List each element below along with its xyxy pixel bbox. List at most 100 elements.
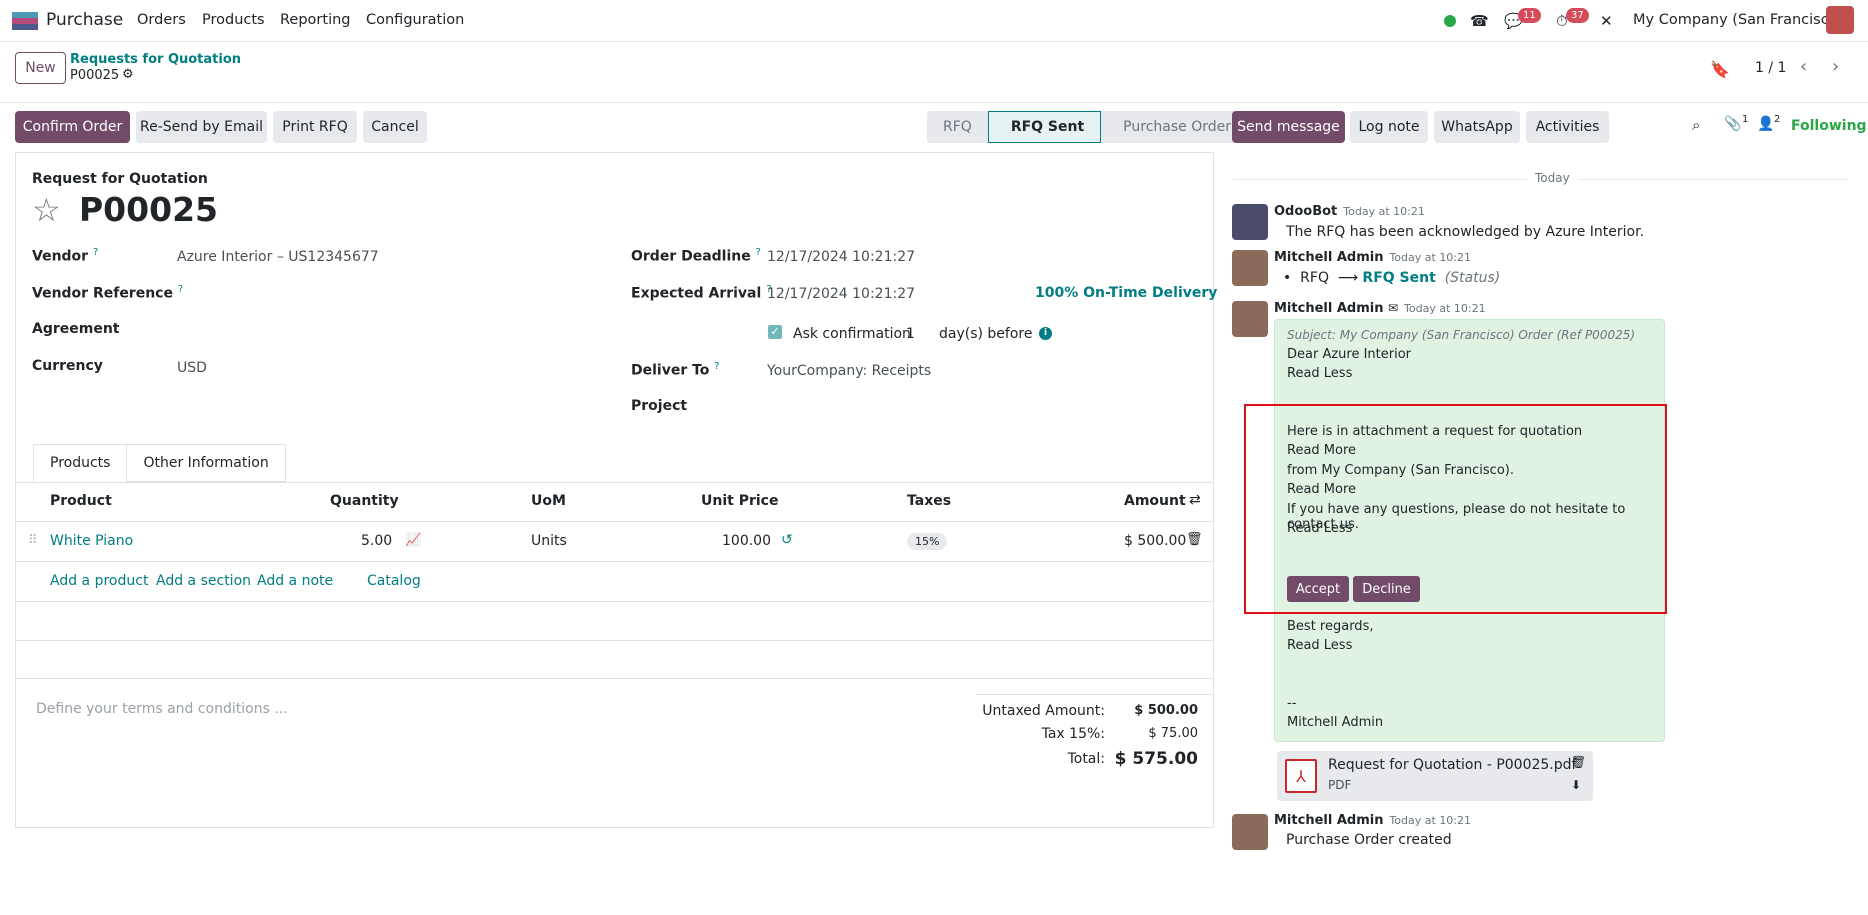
confirm-order-button[interactable]: Confirm Order [15, 111, 130, 143]
user-avatar[interactable] [1826, 6, 1854, 34]
project-field[interactable] [767, 398, 1187, 420]
followers-icon[interactable]: 👤 [1757, 116, 1774, 132]
company-switcher[interactable]: My Company (San Francisco) [1633, 12, 1843, 28]
tax-label: Tax 15%: [1041, 726, 1105, 742]
read-less-link[interactable]: Read Less [1287, 638, 1352, 653]
search-icon[interactable]: ⌕ [1692, 116, 1700, 134]
cancel-button[interactable]: Cancel [363, 111, 427, 143]
odoobot-avatar[interactable] [1232, 204, 1268, 240]
bookmark-icon[interactable]: 🔖 [1710, 60, 1730, 79]
col-taxes-header[interactable]: Taxes [907, 493, 951, 509]
print-rfq-button[interactable]: Print RFQ [273, 111, 357, 143]
col-product-header[interactable]: Product [50, 493, 112, 509]
top-navbar: Purchase Orders Products Reporting Confi… [0, 0, 1868, 42]
stage-rfq-sent[interactable]: RFQ Sent [987, 111, 1102, 143]
table-top-border [15, 482, 1214, 483]
on-time-delivery-link[interactable]: 100% On-Time Delivery [1035, 285, 1217, 301]
pager-prev-icon[interactable]: ‹ [1800, 56, 1807, 77]
catalog-link[interactable]: Catalog [367, 573, 421, 589]
menu-products[interactable]: Products [202, 12, 265, 28]
reset-price-icon[interactable]: ↺ [781, 532, 793, 548]
table-row[interactable] [15, 522, 1214, 561]
row-uom[interactable]: Units [531, 533, 567, 549]
debug-tools-icon[interactable]: ✕ [1600, 12, 1613, 30]
message-author[interactable]: OdooBot Today at 10:21 [1274, 204, 1425, 219]
add-note-link[interactable]: Add a note [257, 573, 333, 589]
row-border-3 [15, 640, 1214, 641]
whatsapp-button[interactable]: WhatsApp [1434, 111, 1520, 143]
row-tax-badge[interactable]: 15% [907, 533, 948, 550]
add-section-link[interactable]: Add a section [156, 573, 251, 589]
menu-orders[interactable]: Orders [137, 12, 186, 28]
messages-count-badge: 11 [1518, 8, 1541, 23]
delete-line-icon[interactable]: 🗑 [1186, 532, 1203, 547]
email-subject: Subject: My Company (San Francisco) Orde… [1287, 328, 1636, 342]
purchase-app-icon[interactable] [12, 12, 38, 30]
row-unit-price[interactable]: 100.00 [722, 533, 771, 549]
log-note-button[interactable]: Log note [1350, 111, 1428, 143]
pager-next-icon[interactable]: › [1832, 56, 1839, 77]
pager-value[interactable]: 1 / 1 [1755, 60, 1786, 76]
add-product-link[interactable]: Add a product [50, 573, 148, 589]
untaxed-amount-value: $ 500.00 [1134, 703, 1198, 718]
message-author[interactable]: Mitchell Admin ✉ Today at 10:21 [1274, 301, 1486, 316]
optional-columns-icon[interactable]: ⇄ [1189, 492, 1201, 508]
order-name: P00025 [79, 190, 218, 229]
col-amount-header[interactable]: Amount [1124, 493, 1186, 509]
vendor-reference-field[interactable] [177, 284, 577, 306]
breadcrumb-parent[interactable]: Requests for Quotation [70, 52, 241, 67]
total-label: Total: [1067, 751, 1105, 767]
col-unit-price-header[interactable]: Unit Price [701, 493, 778, 509]
menu-reporting[interactable]: Reporting [280, 12, 351, 28]
expected-arrival-field[interactable]: 12/17/2024 10:21:27 [767, 286, 915, 302]
tab-other-information[interactable]: Other Information [127, 444, 286, 482]
deliver-to-field[interactable]: YourCompany: Receipts [767, 363, 931, 379]
activities-button[interactable]: Activities [1526, 111, 1609, 143]
currency-field[interactable]: USD [177, 360, 207, 376]
info-icon[interactable]: i [1039, 327, 1052, 340]
agreement-label: Agreement [32, 321, 120, 337]
read-less-link[interactable]: Read Less [1287, 366, 1352, 381]
day-separator-label: Today [1527, 171, 1578, 185]
attachment-card[interactable]: ⅄ Request for Quotation - P00025.pdf PDF… [1277, 751, 1593, 801]
mitchell-avatar[interactable] [1232, 814, 1268, 850]
vendor-field[interactable]: Azure Interior – US12345677 [177, 249, 379, 265]
mitchell-avatar[interactable] [1232, 250, 1268, 286]
resend-email-button[interactable]: Re-Send by Email [136, 111, 267, 143]
new-button[interactable]: New [15, 52, 66, 84]
phone-icon[interactable]: ☎ [1470, 12, 1489, 30]
message-body: Purchase Order created [1286, 832, 1452, 848]
reminder-days-field[interactable]: 1 [906, 326, 915, 342]
attachment-type: PDF [1328, 778, 1352, 792]
project-label: Project [631, 398, 688, 414]
message-author[interactable]: Mitchell Admin Today at 10:21 [1274, 250, 1471, 265]
following-button[interactable]: Following [1791, 118, 1867, 134]
stage-rfq[interactable]: RFQ [927, 111, 988, 143]
mitchell-avatar[interactable] [1232, 301, 1268, 337]
download-icon[interactable]: ⬇ [1571, 778, 1581, 792]
gear-icon[interactable]: ⚙ [122, 67, 134, 82]
attachment-name[interactable]: Request for Quotation - P00025.pdf [1328, 757, 1576, 773]
row-product[interactable]: White Piano [50, 533, 133, 549]
terms-conditions-field[interactable]: Define your terms and conditions ... [36, 701, 288, 717]
menu-configuration[interactable]: Configuration [366, 12, 464, 28]
message-author[interactable]: Mitchell Admin Today at 10:21 [1274, 813, 1471, 828]
row-border-4 [15, 678, 1214, 679]
col-uom-header[interactable]: UoM [531, 493, 566, 509]
tab-products[interactable]: Products [33, 444, 128, 482]
agreement-field[interactable] [177, 321, 577, 343]
forecast-chart-icon[interactable]: 📈 [405, 533, 421, 548]
paperclip-icon[interactable]: 📎 [1724, 116, 1741, 132]
stage-purchase-order[interactable]: Purchase Order [1101, 111, 1247, 143]
order-deadline-field[interactable]: 12/17/2024 10:21:27 [767, 249, 915, 265]
app-name[interactable]: Purchase [46, 10, 123, 30]
ask-confirmation-checkbox[interactable]: ✓ [768, 325, 782, 339]
row-quantity[interactable]: 5.00 [361, 533, 392, 549]
send-message-button[interactable]: Send message [1232, 111, 1345, 143]
presence-status-icon[interactable] [1444, 15, 1456, 27]
notebook-tabs: Products Other Information [33, 444, 286, 482]
col-quantity-header[interactable]: Quantity [330, 493, 399, 509]
delete-attachment-icon[interactable]: 🗑 [1571, 755, 1586, 769]
star-favorite-icon[interactable]: ☆ [32, 191, 61, 229]
drag-handle-icon[interactable]: ⠿ [28, 533, 38, 548]
